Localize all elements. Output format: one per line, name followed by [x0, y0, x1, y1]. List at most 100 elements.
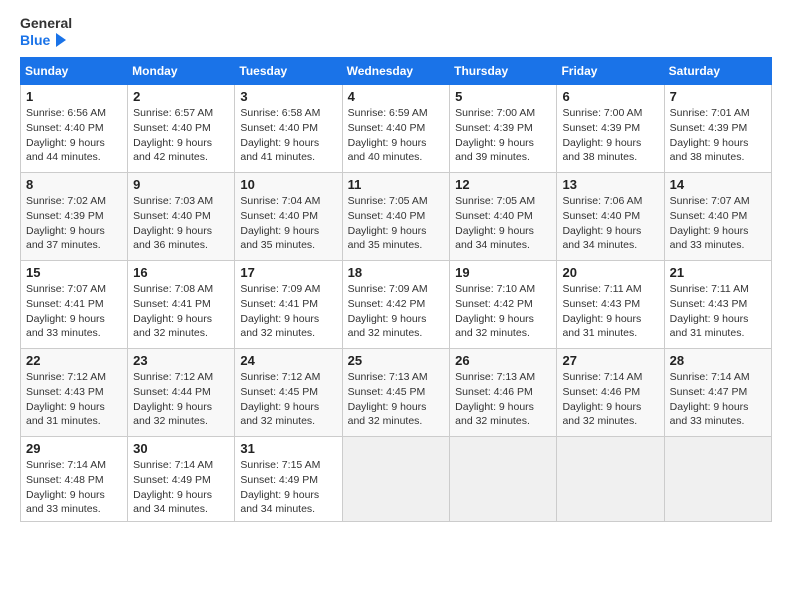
- calendar-cell: 14 Sunrise: 7:07 AMSunset: 4:40 PMDayligh…: [664, 173, 771, 261]
- day-number: 9: [133, 177, 229, 192]
- day-info: Sunrise: 7:14 AMSunset: 4:48 PMDaylight:…: [26, 458, 122, 517]
- day-number: 12: [455, 177, 551, 192]
- calendar-cell: 27 Sunrise: 7:14 AMSunset: 4:46 PMDayligh…: [557, 349, 664, 437]
- calendar-cell: 4Sunrise: 6:59 AMSunset: 4:40 PMDaylight…: [342, 85, 450, 173]
- day-number: 24: [240, 353, 336, 368]
- day-info: Sunrise: 6:56 AMSunset: 4:40 PMDaylight:…: [26, 106, 122, 165]
- day-info: Sunrise: 7:11 AMSunset: 4:43 PMDaylight:…: [562, 282, 658, 341]
- day-number: 17: [240, 265, 336, 280]
- day-info: Sunrise: 7:12 AMSunset: 4:43 PMDaylight:…: [26, 370, 122, 429]
- week-row-4: 22 Sunrise: 7:12 AMSunset: 4:43 PMDayligh…: [21, 349, 772, 437]
- day-info: Sunrise: 7:14 AMSunset: 4:49 PMDaylight:…: [133, 458, 229, 517]
- day-number: 22: [26, 353, 122, 368]
- calendar-cell: 31Sunrise: 7:15 AMSunset: 4:49 PMDayligh…: [235, 437, 342, 522]
- header-sunday: Sunday: [21, 58, 128, 85]
- calendar-cell: 3 Sunrise: 6:58 AMSunset: 4:40 PMDaylight…: [235, 85, 342, 173]
- day-number: 14: [670, 177, 766, 192]
- day-number: 13: [562, 177, 658, 192]
- day-info: Sunrise: 7:09 AMSunset: 4:41 PMDaylight:…: [240, 282, 336, 341]
- logo-blue-row: Blue: [20, 31, 72, 49]
- calendar-cell: 10 Sunrise: 7:04 AMSunset: 4:40 PMDayligh…: [235, 173, 342, 261]
- calendar-cell: [450, 437, 557, 522]
- day-info: Sunrise: 7:05 AMSunset: 4:40 PMDaylight:…: [348, 194, 445, 253]
- calendar-cell: 8Sunrise: 7:02 AMSunset: 4:39 PMDaylight…: [21, 173, 128, 261]
- day-info: Sunrise: 6:59 AMSunset: 4:40 PMDaylight:…: [348, 106, 445, 165]
- logo-general: General: [20, 16, 72, 31]
- day-info: Sunrise: 7:05 AMSunset: 4:40 PMDaylight:…: [455, 194, 551, 253]
- day-info: Sunrise: 7:10 AMSunset: 4:42 PMDaylight:…: [455, 282, 551, 341]
- calendar-cell: 28 Sunrise: 7:14 AMSunset: 4:47 PMDayligh…: [664, 349, 771, 437]
- day-info: Sunrise: 7:06 AMSunset: 4:40 PMDaylight:…: [562, 194, 658, 253]
- calendar-cell: 20 Sunrise: 7:11 AMSunset: 4:43 PMDayligh…: [557, 261, 664, 349]
- day-number: 23: [133, 353, 229, 368]
- day-info: Sunrise: 7:00 AMSunset: 4:39 PMDaylight:…: [455, 106, 551, 165]
- day-number: 26: [455, 353, 551, 368]
- day-info: Sunrise: 7:13 AMSunset: 4:46 PMDaylight:…: [455, 370, 551, 429]
- day-number: 21: [670, 265, 766, 280]
- day-number: 28: [670, 353, 766, 368]
- header-tuesday: Tuesday: [235, 58, 342, 85]
- header: General Blue: [20, 16, 772, 49]
- day-number: 6: [562, 89, 658, 104]
- day-number: 7: [670, 89, 766, 104]
- day-number: 10: [240, 177, 336, 192]
- day-number: 11: [348, 177, 445, 192]
- day-info: Sunrise: 7:04 AMSunset: 4:40 PMDaylight:…: [240, 194, 336, 253]
- day-info: Sunrise: 7:13 AMSunset: 4:45 PMDaylight:…: [348, 370, 445, 429]
- week-row-1: 1Sunrise: 6:56 AMSunset: 4:40 PMDaylight…: [21, 85, 772, 173]
- day-info: Sunrise: 7:03 AMSunset: 4:40 PMDaylight:…: [133, 194, 229, 253]
- day-number: 19: [455, 265, 551, 280]
- day-number: 27: [562, 353, 658, 368]
- calendar-cell: 22 Sunrise: 7:12 AMSunset: 4:43 PMDayligh…: [21, 349, 128, 437]
- day-number: 16: [133, 265, 229, 280]
- week-row-2: 8Sunrise: 7:02 AMSunset: 4:39 PMDaylight…: [21, 173, 772, 261]
- day-number: 20: [562, 265, 658, 280]
- header-saturday: Saturday: [664, 58, 771, 85]
- calendar-cell: 15 Sunrise: 7:07 AMSunset: 4:41 PMDayligh…: [21, 261, 128, 349]
- calendar-cell: 23 Sunrise: 7:12 AMSunset: 4:44 PMDayligh…: [128, 349, 235, 437]
- calendar-cell: 9 Sunrise: 7:03 AMSunset: 4:40 PMDaylight…: [128, 173, 235, 261]
- calendar-cell: 24 Sunrise: 7:12 AMSunset: 4:45 PMDayligh…: [235, 349, 342, 437]
- logo-text: General Blue: [20, 16, 72, 49]
- day-info: Sunrise: 7:11 AMSunset: 4:43 PMDaylight:…: [670, 282, 766, 341]
- day-info: Sunrise: 7:15 AMSunset: 4:49 PMDaylight:…: [240, 458, 336, 517]
- day-info: Sunrise: 7:14 AMSunset: 4:47 PMDaylight:…: [670, 370, 766, 429]
- day-number: 25: [348, 353, 445, 368]
- day-info: Sunrise: 7:14 AMSunset: 4:46 PMDaylight:…: [562, 370, 658, 429]
- day-number: 3: [240, 89, 336, 104]
- day-info: Sunrise: 7:07 AMSunset: 4:40 PMDaylight:…: [670, 194, 766, 253]
- calendar-cell: 12 Sunrise: 7:05 AMSunset: 4:40 PMDayligh…: [450, 173, 557, 261]
- calendar-table: SundayMondayTuesdayWednesdayThursdayFrid…: [20, 57, 772, 522]
- day-info: Sunrise: 7:12 AMSunset: 4:45 PMDaylight:…: [240, 370, 336, 429]
- header-thursday: Thursday: [450, 58, 557, 85]
- calendar-header-row: SundayMondayTuesdayWednesdayThursdayFrid…: [21, 58, 772, 85]
- page-container: General Blue SundayMondayTuesdayWednesda…: [0, 0, 792, 532]
- calendar-cell: 26 Sunrise: 7:13 AMSunset: 4:46 PMDayligh…: [450, 349, 557, 437]
- calendar-cell: 18Sunrise: 7:09 AMSunset: 4:42 PMDayligh…: [342, 261, 450, 349]
- day-number: 8: [26, 177, 122, 192]
- day-info: Sunrise: 6:58 AMSunset: 4:40 PMDaylight:…: [240, 106, 336, 165]
- day-number: 15: [26, 265, 122, 280]
- logo-arrow-icon: [52, 31, 70, 49]
- calendar-cell: 2 Sunrise: 6:57 AMSunset: 4:40 PMDaylight…: [128, 85, 235, 173]
- calendar-cell: [664, 437, 771, 522]
- calendar-cell: 6 Sunrise: 7:00 AMSunset: 4:39 PMDaylight…: [557, 85, 664, 173]
- day-number: 5: [455, 89, 551, 104]
- calendar-cell: 11 Sunrise: 7:05 AMSunset: 4:40 PMDayligh…: [342, 173, 450, 261]
- calendar-cell: 1Sunrise: 6:56 AMSunset: 4:40 PMDaylight…: [21, 85, 128, 173]
- day-number: 2: [133, 89, 229, 104]
- header-wednesday: Wednesday: [342, 58, 450, 85]
- day-number: 18: [348, 265, 445, 280]
- calendar-cell: [342, 437, 450, 522]
- day-number: 30: [133, 441, 229, 456]
- day-info: Sunrise: 7:00 AMSunset: 4:39 PMDaylight:…: [562, 106, 658, 165]
- calendar-cell: 5 Sunrise: 7:00 AMSunset: 4:39 PMDaylight…: [450, 85, 557, 173]
- day-info: Sunrise: 7:12 AMSunset: 4:44 PMDaylight:…: [133, 370, 229, 429]
- calendar-cell: 30 Sunrise: 7:14 AMSunset: 4:49 PMDayligh…: [128, 437, 235, 522]
- day-info: Sunrise: 7:07 AMSunset: 4:41 PMDaylight:…: [26, 282, 122, 341]
- calendar-cell: 25 Sunrise: 7:13 AMSunset: 4:45 PMDayligh…: [342, 349, 450, 437]
- calendar-cell: [557, 437, 664, 522]
- day-info: Sunrise: 6:57 AMSunset: 4:40 PMDaylight:…: [133, 106, 229, 165]
- week-row-5: 29Sunrise: 7:14 AMSunset: 4:48 PMDayligh…: [21, 437, 772, 522]
- logo: General Blue: [20, 16, 72, 49]
